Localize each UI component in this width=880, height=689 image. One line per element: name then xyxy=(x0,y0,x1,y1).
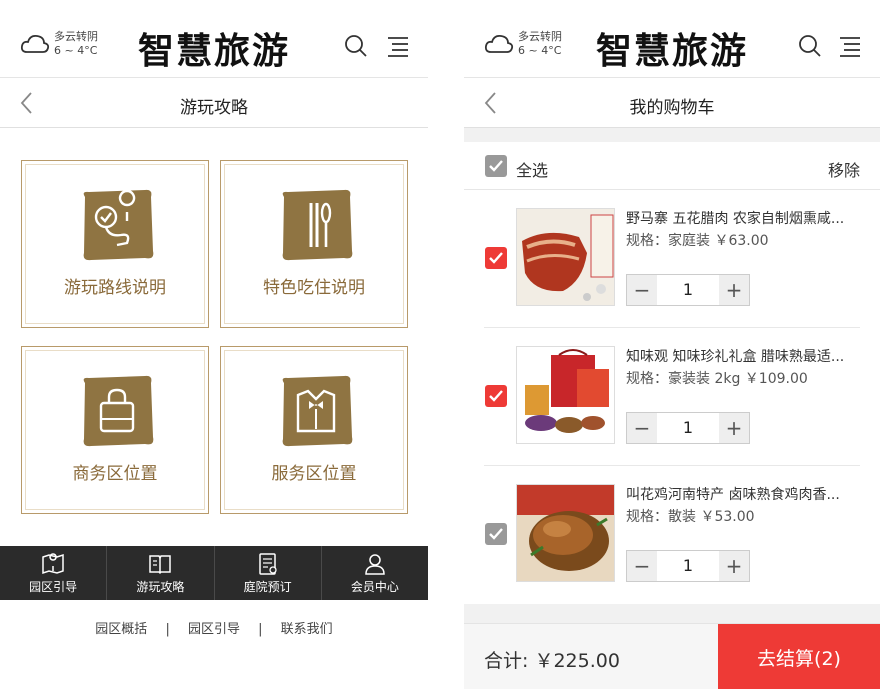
nav-label: 游玩攻略 xyxy=(136,579,185,594)
product-name: 野马寨 五花腊肉 农家自制烟熏咸... xyxy=(626,211,845,227)
footer-link-overview[interactable]: 园区概括 xyxy=(95,622,147,637)
section-spacer xyxy=(464,604,880,623)
nav-label: 园区引导 xyxy=(29,579,78,594)
page-title: 游玩攻略 xyxy=(180,98,248,118)
tile-dining-guide[interactable]: 特色吃住说明 xyxy=(220,160,408,328)
weather-widget: 多云转阴 6 ~ 4°C xyxy=(484,30,562,58)
increase-button[interactable]: + xyxy=(719,551,749,581)
page-title-bar: 游玩攻略 xyxy=(0,78,428,128)
app-logo: 智慧旅游 xyxy=(137,30,291,72)
quantity-value[interactable]: 1 xyxy=(657,413,719,443)
footer-separator: | xyxy=(258,622,263,637)
shopping-bag-icon xyxy=(83,375,154,447)
nav-play-guide[interactable]: 游玩攻略 xyxy=(107,546,215,600)
nav-park-guide[interactable]: 园区引导 xyxy=(0,546,108,600)
product-spec-price: 规格：散装 ￥53.00 xyxy=(626,509,755,525)
book-icon xyxy=(149,554,172,574)
nav-member-center[interactable]: 会员中心 xyxy=(322,546,428,600)
quantity-stepper: − 1 + xyxy=(626,550,750,582)
footer-separator: | xyxy=(165,622,170,637)
menu-icon[interactable] xyxy=(386,35,410,57)
cloud-icon xyxy=(20,34,50,53)
service-suit-icon xyxy=(282,375,353,447)
cart-item: 野马寨 五花腊肉 农家自制烟熏咸... 规格：家庭装 ￥63.00 − 1 + xyxy=(464,190,880,328)
tile-label: 游玩路线说明 xyxy=(64,278,166,298)
tile-business-area[interactable]: 商务区位置 xyxy=(21,346,209,514)
decrease-button[interactable]: − xyxy=(627,551,657,581)
menu-icon[interactable] xyxy=(838,35,862,57)
tile-label: 服务区位置 xyxy=(271,464,357,484)
cart-item: 知味观 知味珍礼礼盒 腊味熟最适... 规格：豪装装 2kg ￥109.00 −… xyxy=(464,328,880,466)
booking-icon xyxy=(258,552,277,575)
dining-icon xyxy=(282,189,353,261)
product-name: 叫花鸡河南特产 卤味熟食鸡肉香... xyxy=(626,487,840,503)
item-checkbox[interactable] xyxy=(485,523,507,545)
select-all-checkbox[interactable] xyxy=(485,155,507,177)
item-checkbox[interactable] xyxy=(485,247,507,269)
cart-total: 合计: ￥225.00 xyxy=(484,650,620,672)
weather-temperature: 6 ~ 4°C xyxy=(518,44,562,57)
footer-link-contact[interactable]: 联系我们 xyxy=(281,622,333,637)
tile-label: 特色吃住说明 xyxy=(263,278,365,298)
footer-links: 园区概括 | 园区引导 | 联系我们 xyxy=(0,618,428,637)
weather-temperature: 6 ~ 4°C xyxy=(54,44,98,57)
search-icon[interactable] xyxy=(798,34,822,58)
product-image-chicken[interactable] xyxy=(516,484,615,582)
quantity-stepper: − 1 + xyxy=(626,274,750,306)
tile-route-guide[interactable]: 游玩路线说明 xyxy=(21,160,209,328)
checkout-button[interactable]: 去结算(2) xyxy=(718,624,880,689)
select-all-row: 全选 移除 xyxy=(464,142,880,190)
page-title: 我的购物车 xyxy=(629,98,715,118)
bottom-navigation: 园区引导 游玩攻略 庭院预订 会员中心 xyxy=(0,546,428,600)
remove-button[interactable]: 移除 xyxy=(828,157,860,181)
nav-label: 会员中心 xyxy=(350,579,399,594)
quantity-value[interactable]: 1 xyxy=(657,551,719,581)
footer-link-park-guide[interactable]: 园区引导 xyxy=(188,622,240,637)
nav-label: 庭院预订 xyxy=(243,579,292,594)
product-image-gift-box[interactable] xyxy=(516,346,615,444)
app-header: 多云转阴 6 ~ 4°C 智慧旅游 xyxy=(0,0,428,78)
item-checkbox[interactable] xyxy=(485,385,507,407)
decrease-button[interactable]: − xyxy=(627,275,657,305)
weather-description: 多云转阴 xyxy=(518,30,562,43)
product-name: 知味观 知味珍礼礼盒 腊味熟最适... xyxy=(626,349,845,365)
weather-description: 多云转阴 xyxy=(54,30,98,43)
map-pin-icon xyxy=(42,552,64,574)
checkout-bar: 合计: ￥225.00 去结算(2) xyxy=(464,623,880,689)
route-icon xyxy=(83,189,154,261)
product-spec-price: 规格：豪装装 2kg ￥109.00 xyxy=(626,371,808,387)
increase-button[interactable]: + xyxy=(719,275,749,305)
quantity-value[interactable]: 1 xyxy=(657,275,719,305)
app-logo: 智慧旅游 xyxy=(595,30,749,72)
app-header: 多云转阴 6 ~ 4°C 智慧旅游 xyxy=(464,0,880,78)
tile-service-area[interactable]: 服务区位置 xyxy=(220,346,408,514)
increase-button[interactable]: + xyxy=(719,413,749,443)
cart-screen: 多云转阴 6 ~ 4°C 智慧旅游 我的购物车 全选 移除 野马寨 五花腊肉 农… xyxy=(464,0,880,689)
nav-courtyard-booking[interactable]: 庭院预订 xyxy=(215,546,322,600)
quantity-stepper: − 1 + xyxy=(626,412,750,444)
decrease-button[interactable]: − xyxy=(627,413,657,443)
search-icon[interactable] xyxy=(344,34,368,58)
section-spacer xyxy=(464,128,880,142)
guide-screen: 多云转阴 6 ~ 4°C 智慧旅游 游玩攻略 游玩路线说明 特色吃住说明 商务区… xyxy=(0,0,428,689)
page-title-bar: 我的购物车 xyxy=(464,78,880,128)
cart-item: 叫花鸡河南特产 卤味熟食鸡肉香... 规格：散装 ￥53.00 − 1 + xyxy=(464,466,880,604)
weather-widget: 多云转阴 6 ~ 4°C xyxy=(20,30,98,58)
tile-label: 商务区位置 xyxy=(72,464,158,484)
product-spec-price: 规格：家庭装 ￥63.00 xyxy=(626,233,769,249)
product-image-pork[interactable] xyxy=(516,208,615,306)
select-all-label: 全选 xyxy=(516,161,549,180)
cloud-icon xyxy=(484,34,514,53)
user-icon xyxy=(365,553,385,575)
